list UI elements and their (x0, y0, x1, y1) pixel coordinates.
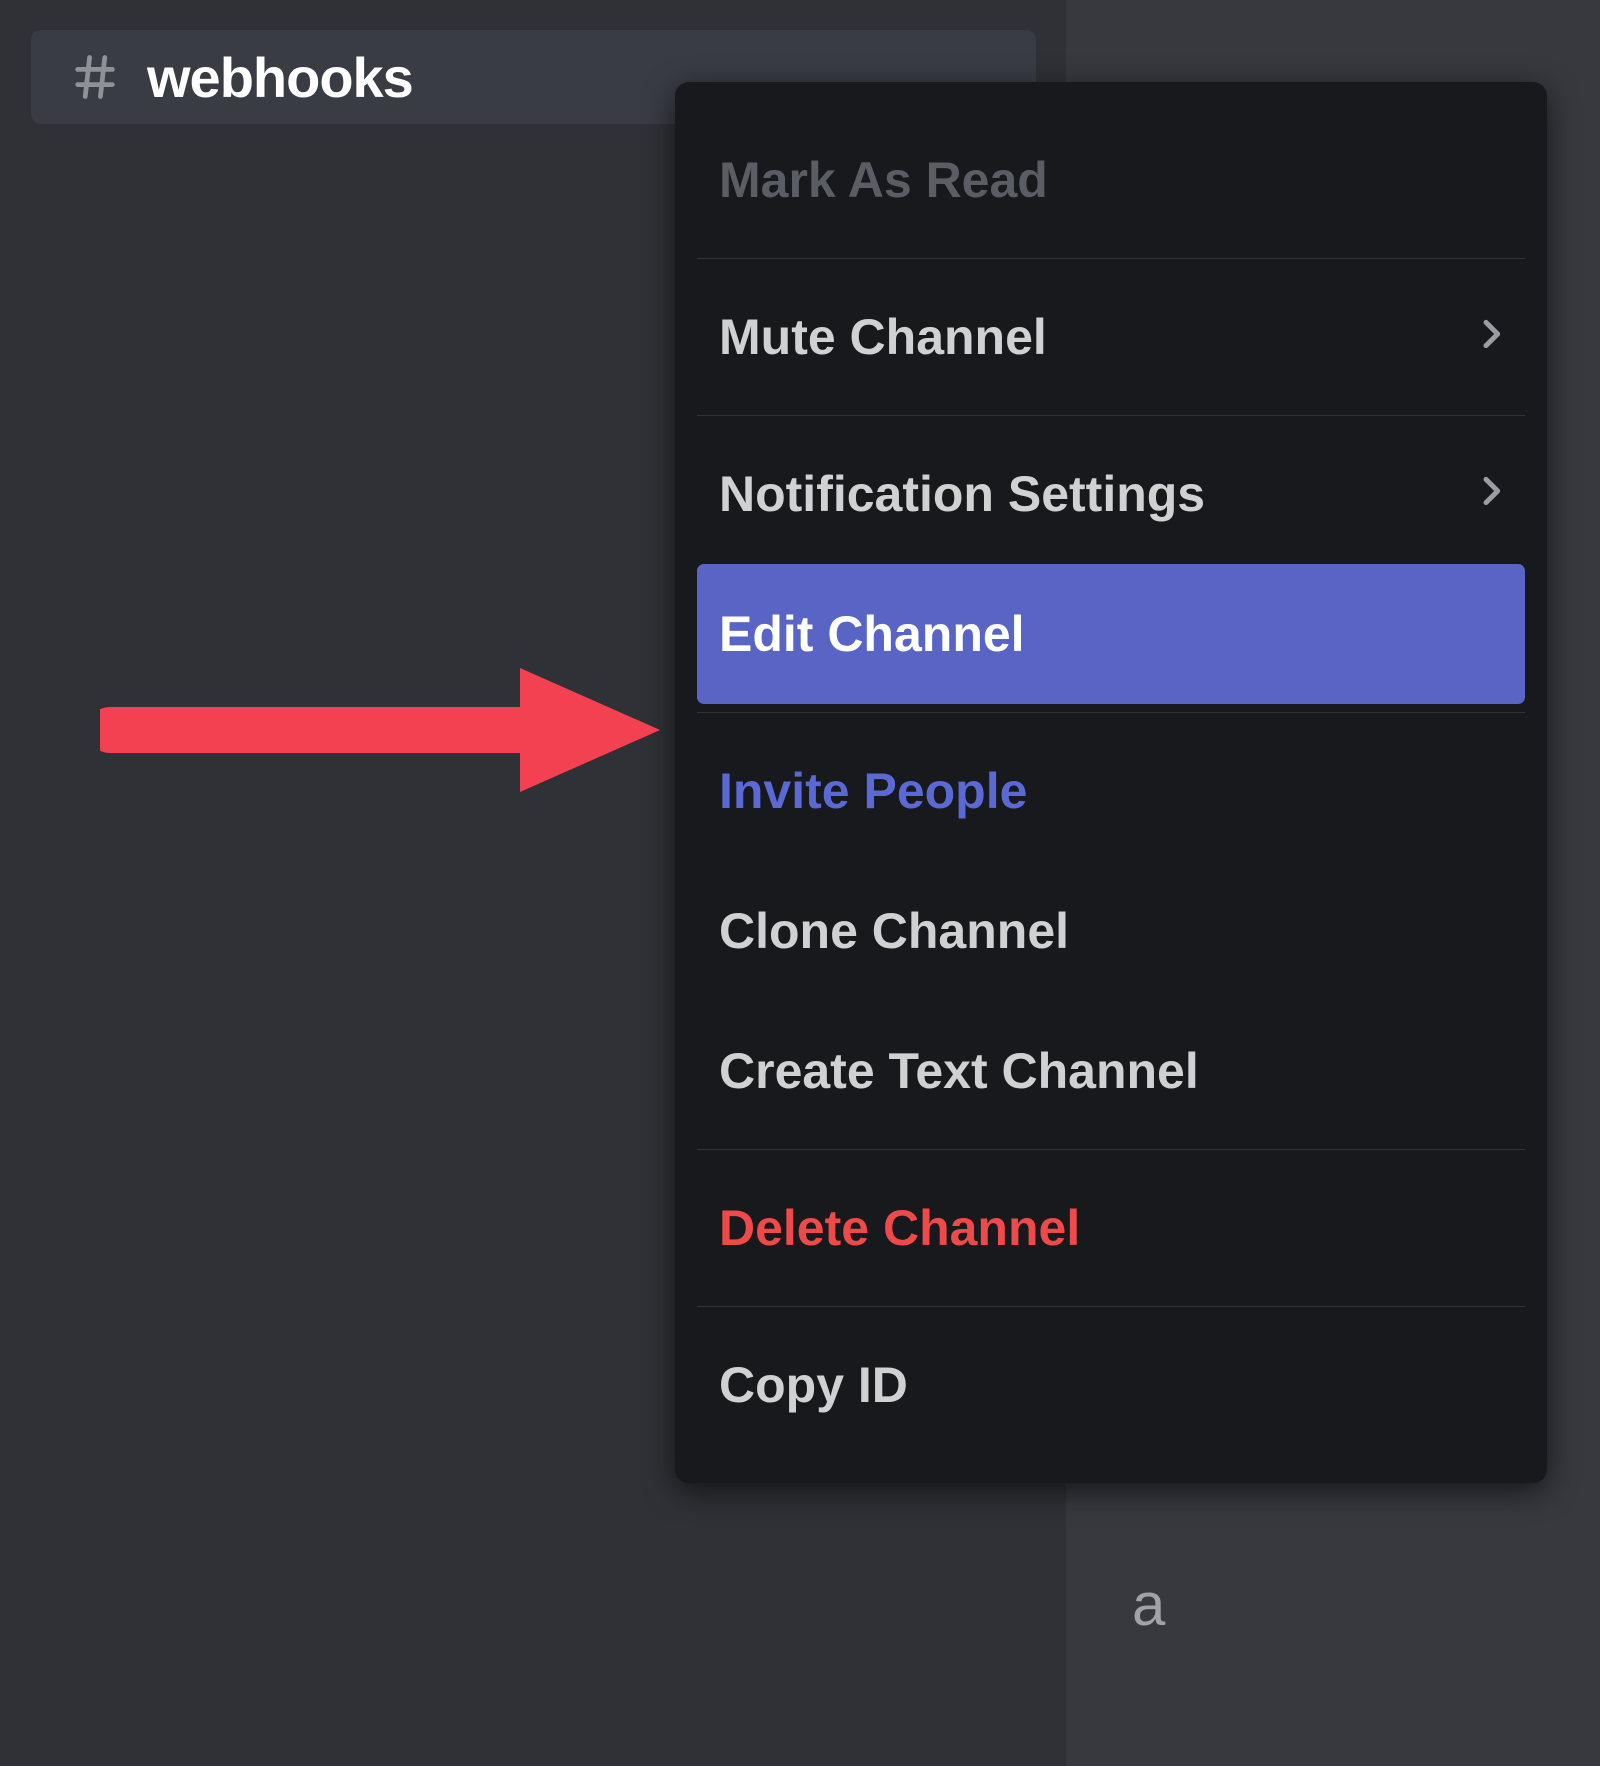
chevron-right-icon (1471, 465, 1511, 523)
app-stage: a webhooks Mark As Read Mute Channel Not… (0, 0, 1600, 1766)
menu-item-label: Edit Channel (719, 605, 1025, 663)
hash-icon (65, 51, 125, 103)
menu-item-label: Create Text Channel (719, 1042, 1199, 1100)
chevron-right-icon (1471, 308, 1511, 366)
menu-item-label: Invite People (719, 762, 1027, 820)
channel-name-label: webhooks (147, 45, 413, 110)
menu-item-label: Notification Settings (719, 465, 1205, 523)
channel-context-menu: Mark As Read Mute Channel Notification S… (675, 82, 1547, 1483)
menu-item-clone-channel[interactable]: Clone Channel (675, 861, 1547, 1001)
menu-item-label: Delete Channel (719, 1199, 1080, 1257)
menu-separator (697, 258, 1525, 259)
menu-item-label: Copy ID (719, 1356, 908, 1414)
menu-separator (697, 415, 1525, 416)
menu-item-notification-settings[interactable]: Notification Settings (675, 424, 1547, 564)
menu-item-mute-channel[interactable]: Mute Channel (675, 267, 1547, 407)
menu-item-label: Mute Channel (719, 308, 1047, 366)
chat-subtext-fragment: a (1132, 1570, 1165, 1639)
menu-item-label: Clone Channel (719, 902, 1069, 960)
menu-separator (697, 1306, 1525, 1307)
menu-item-delete-channel[interactable]: Delete Channel (675, 1158, 1547, 1298)
menu-item-copy-id[interactable]: Copy ID (675, 1315, 1547, 1455)
menu-item-invite-people[interactable]: Invite People (675, 721, 1547, 861)
menu-item-mark-as-read: Mark As Read (675, 110, 1547, 250)
menu-item-create-text-channel[interactable]: Create Text Channel (675, 1001, 1547, 1141)
menu-item-label: Mark As Read (719, 151, 1048, 209)
menu-item-edit-channel[interactable]: Edit Channel (697, 564, 1525, 704)
menu-separator (697, 1149, 1525, 1150)
menu-separator (697, 712, 1525, 713)
